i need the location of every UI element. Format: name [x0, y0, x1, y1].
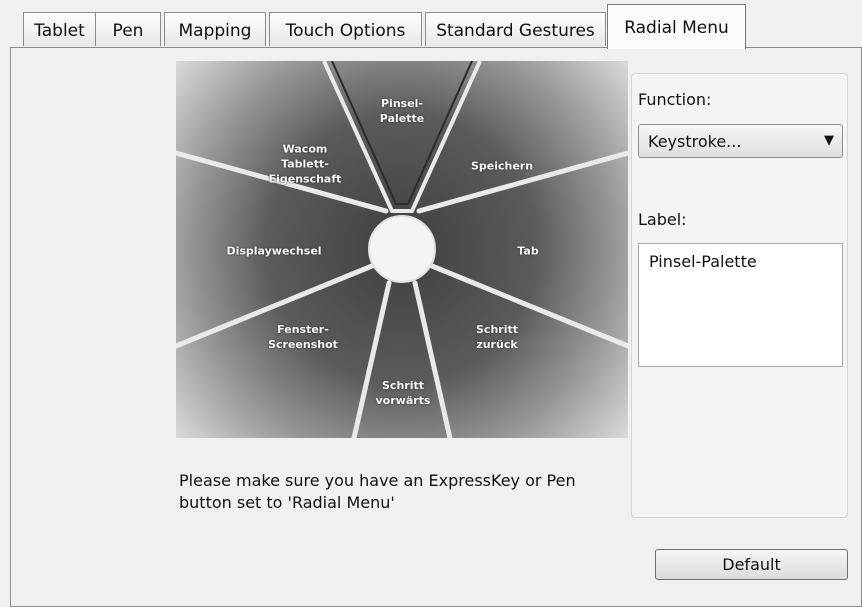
- instruction-text: Please make sure you have an ExpressKey …: [179, 471, 576, 512]
- function-dropdown[interactable]: Keystroke... ▼: [638, 124, 843, 158]
- tab-touch-options[interactable]: Touch Options: [269, 12, 422, 46]
- segment-wacom-tablett-eigenschaft[interactable]: Wacom Tablett- Eigenschaft: [269, 142, 342, 187]
- tab-radial-menu[interactable]: Radial Menu: [607, 4, 746, 49]
- radial-center-hub[interactable]: [368, 215, 436, 283]
- triangle-down-icon: ▼: [824, 133, 834, 148]
- segment-fenster-screenshot[interactable]: Fenster- Screenshot: [268, 322, 338, 352]
- label-field-label: Label:: [638, 210, 687, 229]
- segment-speichern[interactable]: Speichern: [471, 159, 533, 174]
- segment-schritt-vorwaerts[interactable]: Schritt vorwärts: [376, 378, 431, 408]
- segment-tab[interactable]: Tab: [517, 244, 538, 259]
- segment-pinsel-palette[interactable]: Pinsel- Palette: [380, 96, 424, 126]
- default-button[interactable]: Default: [655, 549, 848, 580]
- radial-menu: Pinsel- Palette Speichern Tab Schritt zu…: [176, 61, 628, 438]
- function-label: Function:: [638, 90, 712, 109]
- tab-mapping[interactable]: Mapping: [164, 12, 266, 46]
- tab-pen[interactable]: Pen: [95, 12, 161, 46]
- tab-standard-gestures[interactable]: Standard Gestures: [425, 12, 606, 46]
- tab-strip: Tablet Pen Mapping Touch Options Standar…: [0, 0, 862, 49]
- function-dropdown-value: Keystroke...: [648, 131, 742, 151]
- tab-tablet[interactable]: Tablet: [23, 12, 96, 46]
- segment-displaywechsel[interactable]: Displaywechsel: [226, 244, 321, 259]
- segment-schritt-zurueck[interactable]: Schritt zurück: [476, 322, 518, 352]
- label-input[interactable]: Pinsel-Palette: [638, 243, 843, 367]
